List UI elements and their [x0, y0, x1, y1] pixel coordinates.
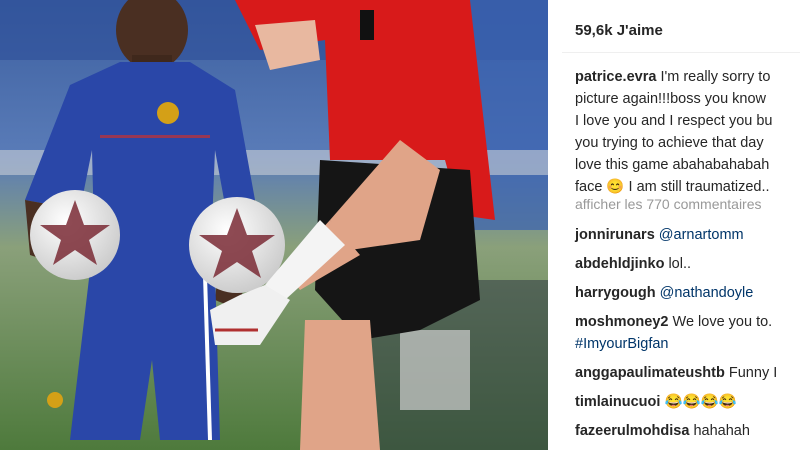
- caption-line-5: love this game abahabahabah: [575, 157, 770, 173]
- likes-count[interactable]: 59,6k J'aime: [575, 22, 663, 39]
- comment-text: Funny I: [728, 365, 778, 381]
- comment-text: lol..: [668, 256, 692, 272]
- divider: [562, 52, 800, 53]
- comment-mention[interactable]: @nathandoyle: [660, 285, 754, 301]
- comment-text: hahahah: [693, 423, 750, 439]
- post-caption: patrice.evra I'm really sorry to picture…: [575, 66, 800, 198]
- football-training-photo: [0, 0, 548, 450]
- champions-league-ball-left: [30, 190, 120, 280]
- comment-mention[interactable]: @arnartomm: [659, 227, 744, 243]
- post-side-panel: 59,6k J'aime patrice.evra I'm really sor…: [548, 0, 800, 450]
- post-photo[interactable]: [0, 0, 548, 450]
- comment-username[interactable]: moshmoney2: [575, 314, 668, 330]
- comment-text: 😂😂😂😂: [664, 394, 737, 410]
- comment-item: abdehldjinko lol..: [575, 253, 800, 282]
- comment-item: timlainucuoi 😂😂😂😂: [575, 391, 800, 420]
- caption-line-4: you trying to achieve that day: [575, 135, 764, 151]
- comment-item: moshmoney2 We love you to. #ImyourBigfan: [575, 311, 800, 362]
- caption-text-1: I'm really sorry to: [660, 69, 771, 85]
- caption-line-2: picture again!!!boss you know: [575, 91, 767, 107]
- comment-username[interactable]: fazeerulmohdisa: [575, 423, 689, 439]
- comment-hashtag[interactable]: #ImyourBigfan: [575, 336, 669, 352]
- comment-username[interactable]: jonnirunars: [575, 227, 655, 243]
- comment-item: anggapaulimateushtb Funny I: [575, 362, 800, 391]
- comment-text: We love you to.: [672, 314, 773, 330]
- caption-username[interactable]: patrice.evra: [575, 69, 656, 85]
- comment-username[interactable]: harrygough: [575, 285, 656, 301]
- comment-username[interactable]: anggapaulimateushtb: [575, 365, 725, 381]
- comment-username[interactable]: timlainucuoi: [575, 394, 660, 410]
- comment-item: harrygough @nathandoyle: [575, 282, 800, 311]
- caption-line-1: patrice.evra I'm really sorry to: [575, 66, 800, 88]
- comment-item: fazeerulmohdisa hahahah: [575, 420, 800, 449]
- caption-line-3: I love you and I respect you bu: [575, 113, 773, 129]
- view-all-comments-link[interactable]: afficher les 770 commentaires: [575, 196, 762, 212]
- caption-line-6: face 😊 I am still traumatized..: [575, 179, 770, 195]
- comment-username[interactable]: abdehldjinko: [575, 256, 664, 272]
- comment-item: jonnirunars @arnartomm: [575, 224, 800, 253]
- comments-list: jonnirunars @arnartomm abdehldjinko lol.…: [575, 224, 800, 449]
